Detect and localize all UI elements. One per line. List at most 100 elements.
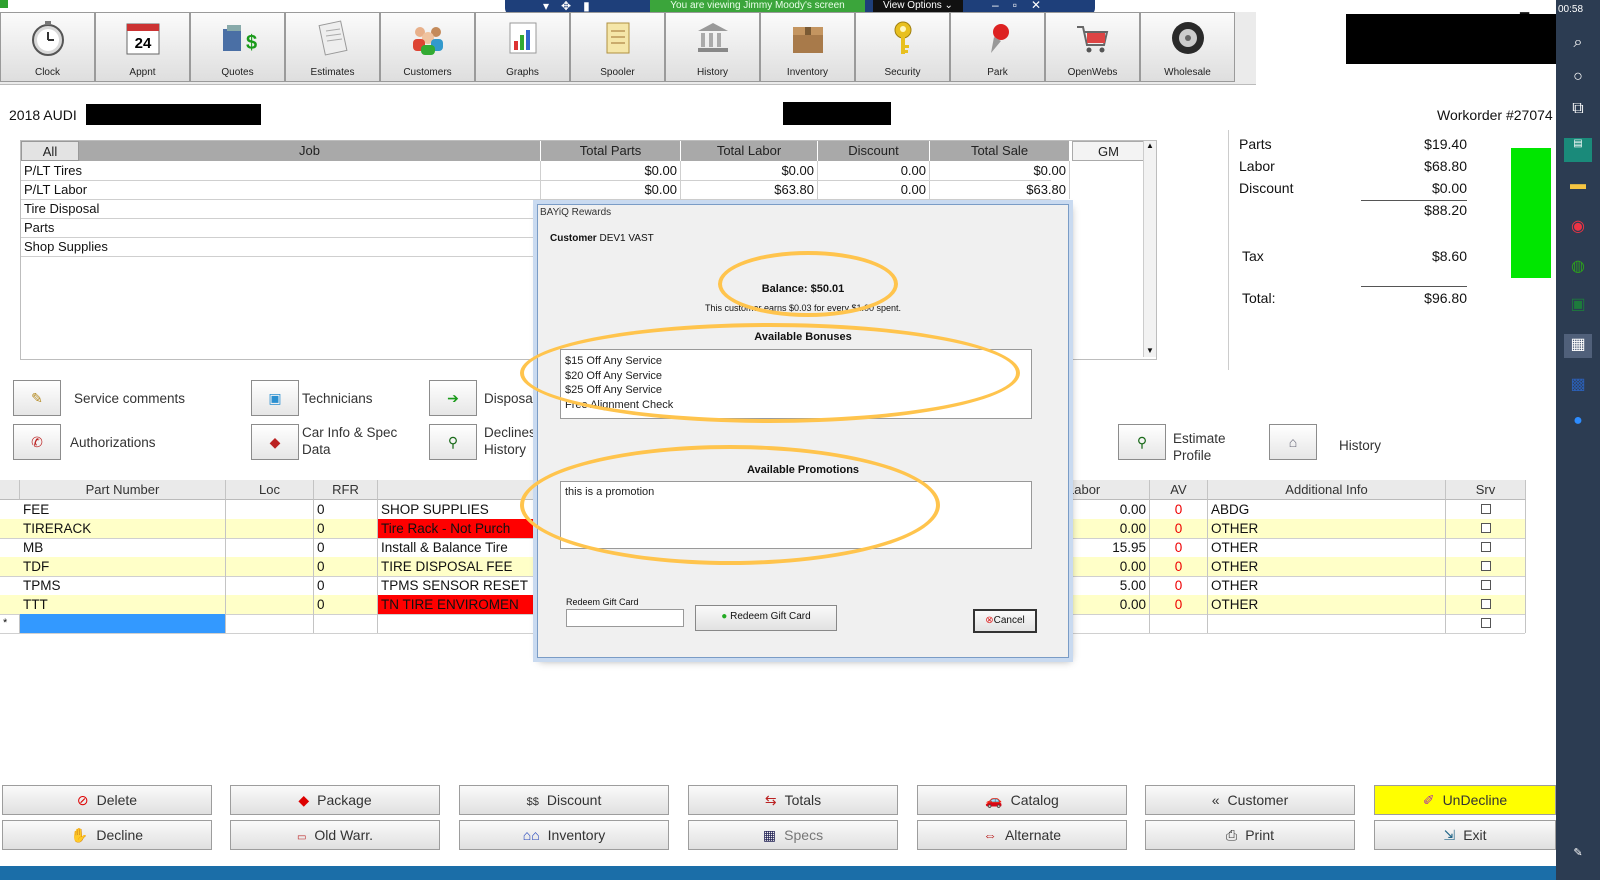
- toolbar-graphs-button[interactable]: Graphs: [475, 12, 570, 82]
- disposal-button[interactable]: ➔: [429, 380, 477, 416]
- vehicle-title: 2018 AUDI: [9, 107, 77, 123]
- app-icon[interactable]: ▤: [1564, 138, 1592, 162]
- table-row[interactable]: P/LT Labor $0.00 $63.80 0.00 $63.80: [21, 180, 1070, 200]
- catalog-button[interactable]: 🚗 Catalog: [917, 785, 1127, 815]
- scroll-down-icon[interactable]: ▼: [1144, 346, 1156, 355]
- history-button[interactable]: ⌂: [1269, 424, 1317, 460]
- gm-button[interactable]: GM: [1072, 141, 1145, 161]
- technicians-button[interactable]: ▣: [251, 380, 299, 416]
- toolbar-park-button[interactable]: Park: [950, 12, 1045, 82]
- tray-icon: ✎: [1573, 847, 1583, 859]
- inventory-box-icon: [793, 27, 823, 53]
- excel-icon[interactable]: ▣: [1564, 294, 1592, 318]
- toolbar-estimates-button[interactable]: Estimates: [285, 12, 380, 82]
- toolbar-clock-button[interactable]: Clock: [0, 12, 95, 82]
- window-control-icons[interactable]: –▫✕: [992, 0, 1055, 12]
- authorizations-button[interactable]: ✆: [13, 424, 61, 460]
- car-info-button[interactable]: ◆: [251, 424, 299, 460]
- toolbar-security-button[interactable]: Security: [855, 12, 950, 82]
- minimize-icon[interactable]: ▁: [1520, 0, 1529, 14]
- dialog-title: BAYiQ Rewards: [540, 207, 612, 218]
- check-icon: ●: [721, 611, 728, 622]
- toolbar-quotes-button[interactable]: $ Quotes: [190, 12, 285, 82]
- decline-button[interactable]: ✋ Decline: [2, 820, 212, 850]
- search-icon[interactable]: ⌕: [1564, 34, 1592, 58]
- phone-icon: ✆: [31, 434, 43, 450]
- toolbar-wholesale-button[interactable]: Wholesale: [1140, 12, 1235, 82]
- zoom-icon[interactable]: ●: [1564, 412, 1592, 436]
- srv-checkbox[interactable]: [1480, 561, 1491, 571]
- customer-button[interactable]: «Customer: [1145, 785, 1355, 815]
- rewards-dialog: BAYiQ Rewards Customer DEV1 VAST Balance…: [520, 204, 1069, 658]
- calendar-icon: 24: [126, 23, 160, 55]
- job-table-scrollbar[interactable]: ▲ ▼: [1143, 141, 1156, 357]
- pushpin-icon: [991, 24, 1009, 53]
- cancel-button[interactable]: ⊗Cancel: [973, 609, 1037, 633]
- totals-button[interactable]: ⇆ Totals: [688, 785, 898, 815]
- file-explorer-icon[interactable]: ▬: [1564, 176, 1592, 200]
- srv-checkbox[interactable]: [1480, 523, 1491, 533]
- header-srv: Srv: [1446, 480, 1526, 500]
- srv-checkbox[interactable]: [1480, 618, 1491, 628]
- estimate-profile-button[interactable]: ⚲: [1118, 424, 1166, 460]
- print-button[interactable]: ⎙ Print: [1145, 820, 1355, 850]
- clock-text: 00:58: [1558, 4, 1584, 15]
- remote-app-icon[interactable]: ▦: [1564, 334, 1592, 358]
- toolbar-spooler-button[interactable]: Spooler: [570, 12, 665, 82]
- package-button[interactable]: ◆ Package: [230, 785, 440, 815]
- discount-button[interactable]: $$ Discount: [459, 785, 669, 815]
- toolbar-openwebs-button[interactable]: OpenWebs: [1045, 12, 1140, 82]
- toolbar-inventory-button[interactable]: Inventory: [760, 12, 855, 82]
- srv-checkbox[interactable]: [1480, 599, 1491, 609]
- status-indicator: [1511, 148, 1551, 278]
- quickbooks-icon[interactable]: ◍: [1564, 256, 1592, 280]
- srv-checkbox[interactable]: [1480, 542, 1491, 552]
- grand-total: $96.80: [1424, 290, 1467, 306]
- task-view-icon[interactable]: ⧉: [1564, 100, 1592, 124]
- header-av: AV: [1150, 480, 1208, 500]
- parts-total: $19.40: [1424, 136, 1467, 152]
- job-header-total-labor: Total Labor: [681, 141, 818, 161]
- gift-card-input[interactable]: [566, 609, 684, 627]
- service-comments-button[interactable]: ✎: [13, 380, 61, 416]
- srv-checkbox[interactable]: [1480, 504, 1491, 514]
- spooler-icon: [606, 22, 630, 54]
- alternate-button[interactable]: ⇔ Alternate: [917, 820, 1127, 850]
- exit-button[interactable]: ⇲ Exit: [1374, 820, 1556, 850]
- job-header-all[interactable]: All: [21, 141, 79, 161]
- row-selector-header: [0, 480, 20, 500]
- redacted-vehicle: [86, 104, 261, 125]
- specs-button[interactable]: ▦ Specs: [688, 820, 898, 850]
- new-part-number-cell[interactable]: [20, 614, 226, 633]
- scroll-up-icon[interactable]: ▲: [1144, 141, 1156, 150]
- table-row[interactable]: P/LT Tires $0.00 $0.00 0.00 $0.00: [21, 161, 1070, 181]
- toolbar-history-button[interactable]: History: [665, 12, 760, 82]
- totals-icon: ⇆: [764, 792, 777, 808]
- declines-history-button[interactable]: ⚲: [429, 424, 477, 460]
- header-rfr: RFR: [314, 480, 378, 500]
- key-icon: [894, 21, 912, 54]
- cortana-icon[interactable]: ○: [1564, 68, 1592, 92]
- header-additional-info: Additional Info: [1208, 480, 1446, 500]
- eraser-icon: ✐: [1422, 792, 1435, 808]
- delete-button[interactable]: ⊘ Delete: [2, 785, 212, 815]
- chrome-icon[interactable]: ◉: [1564, 216, 1592, 240]
- quotes-icon: $: [223, 25, 257, 54]
- redeem-gift-card-button[interactable]: ● Redeem Gift Card: [695, 605, 837, 631]
- dollar-icon: $$: [526, 796, 539, 808]
- undecline-button[interactable]: ✐ UnDecline: [1374, 785, 1556, 815]
- car-info-icon: ◆: [269, 434, 281, 450]
- bonuses-highlight-ring: [520, 323, 1020, 423]
- windows-taskbar-right: 00:58 ⌕ ○ ⧉ ▤ ▬ ◉ ◍ ▣ ▦ ▩ ● ✎: [1556, 0, 1600, 880]
- inventory-button[interactable]: ⌂⌂ Inventory: [459, 820, 669, 850]
- srv-checkbox[interactable]: [1480, 580, 1491, 590]
- toolbar-appnt-button[interactable]: 24 Appnt: [95, 12, 190, 82]
- toolbar-customers-button[interactable]: Customers: [380, 12, 475, 82]
- labor-total: $68.80: [1424, 158, 1467, 174]
- svg-text:$: $: [246, 32, 257, 54]
- redacted-info: [783, 102, 891, 125]
- word-icon[interactable]: ▩: [1564, 374, 1592, 398]
- old-warr-button[interactable]: ▭ Old Warr.: [230, 820, 440, 850]
- tire-icon: [1172, 22, 1204, 54]
- clock-icon: [32, 21, 64, 56]
